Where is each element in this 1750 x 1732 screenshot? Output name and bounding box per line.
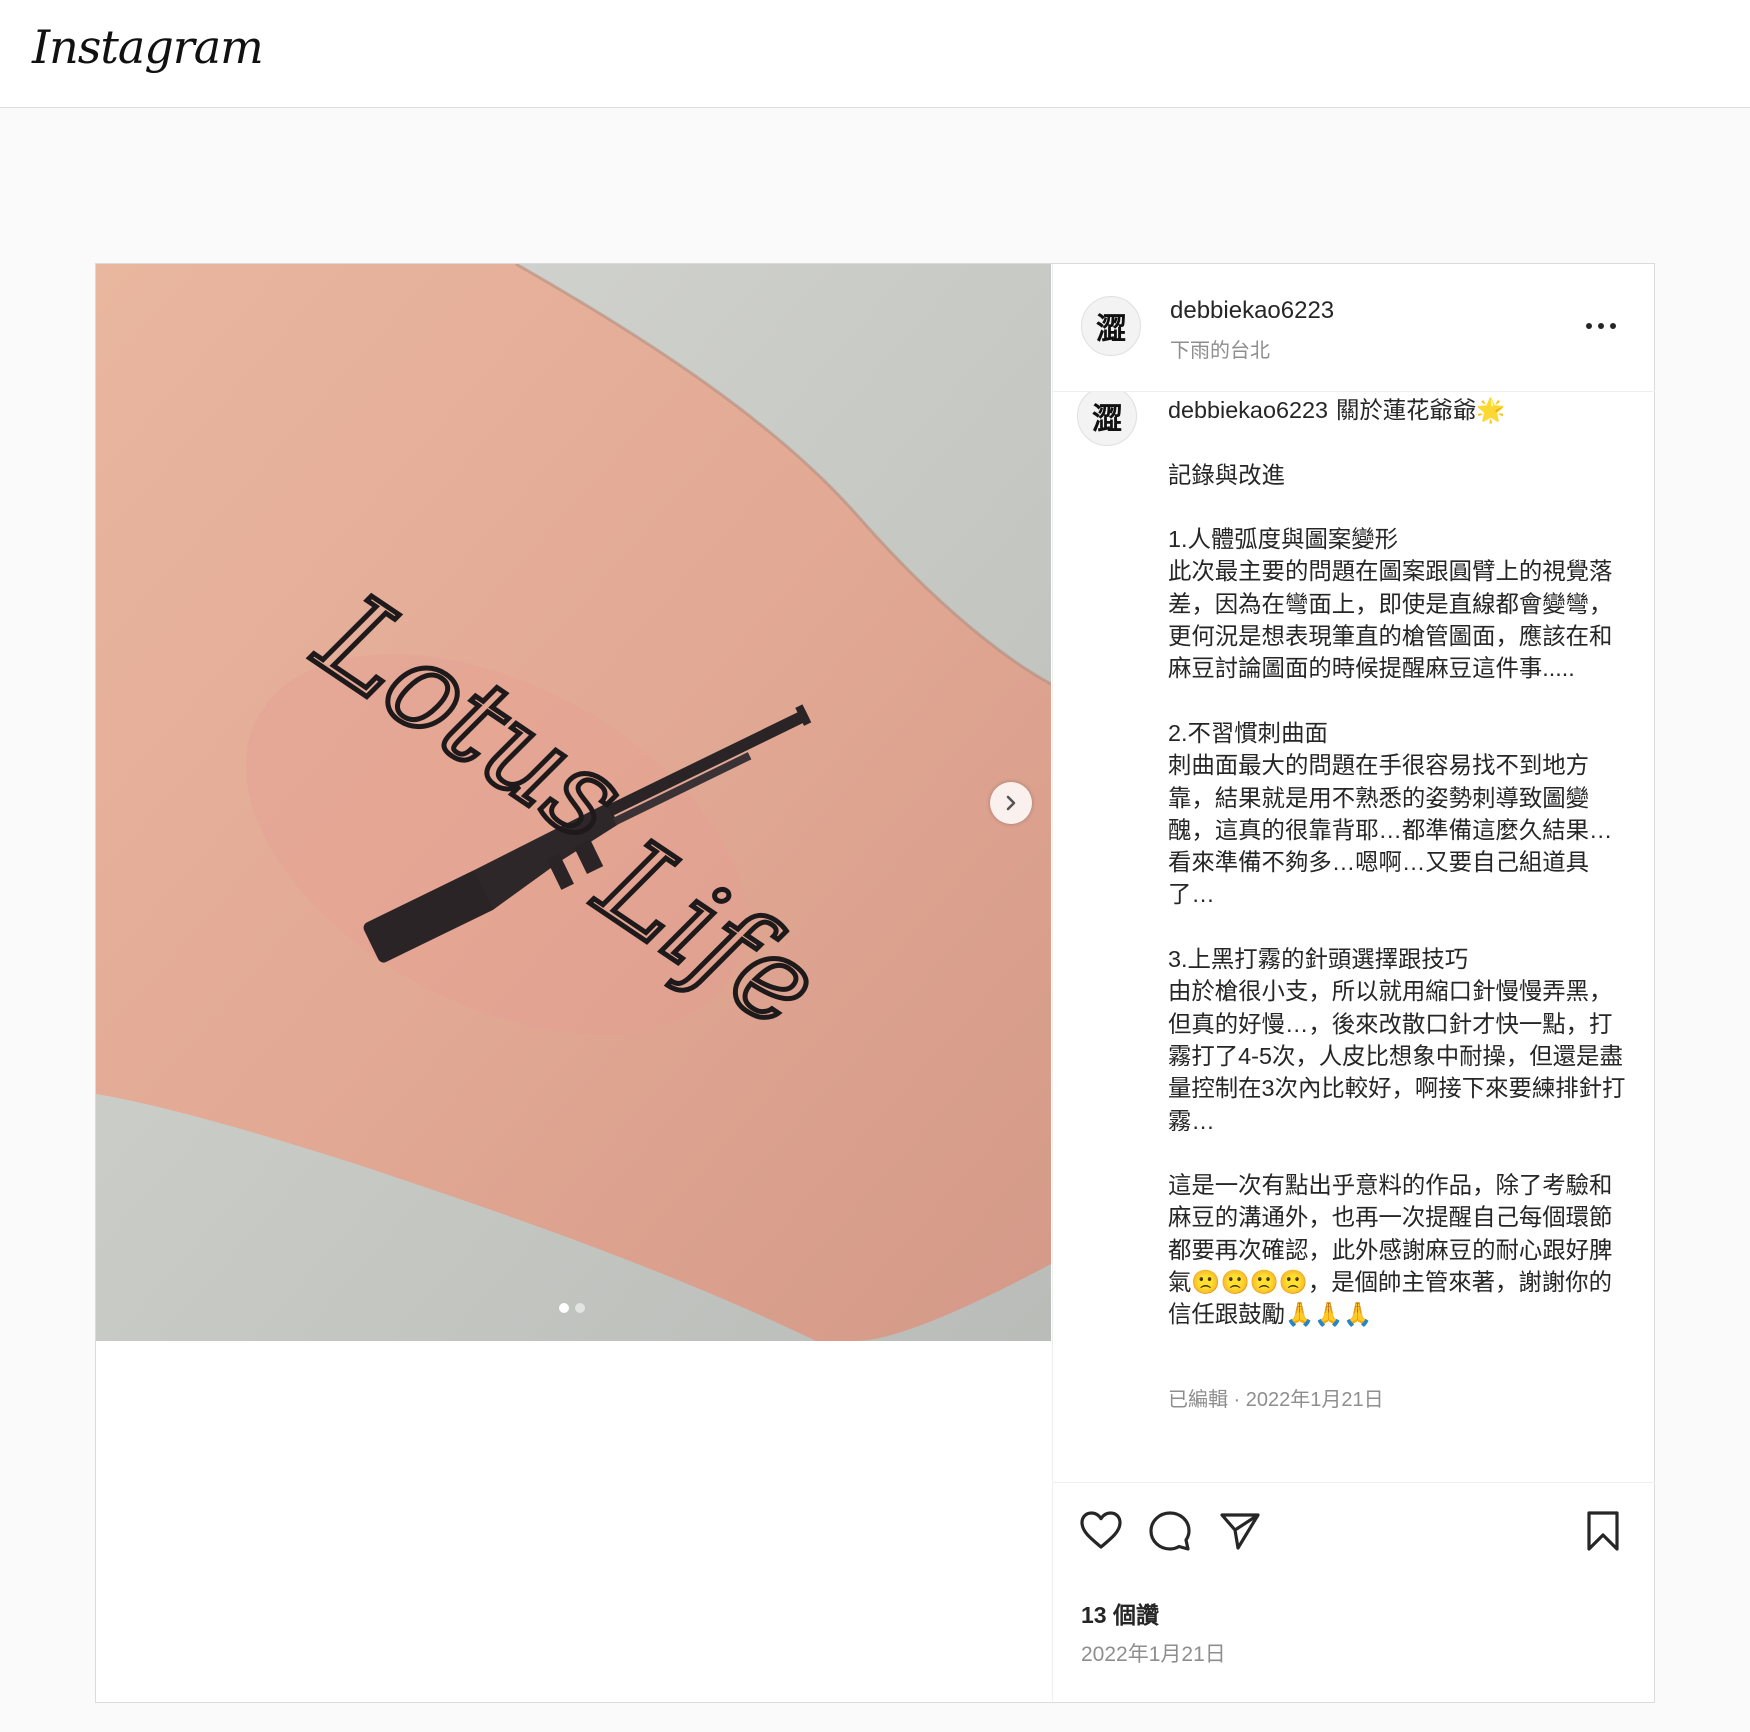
more-icon — [1586, 323, 1616, 329]
header-location[interactable]: 下雨的台北 — [1170, 334, 1270, 363]
caption-meta: 已編輯 · 2022年1月21日 — [1168, 1389, 1384, 1411]
tattoo-photo: Lotus Life — [96, 264, 1051, 1341]
heart-icon — [1080, 1511, 1122, 1549]
comment-icon — [1149, 1511, 1191, 1551]
caption-area: 澀 debbiekao6223 關於蓮花爺爺🌟 記錄與改進 1.人體弧度與圖案變形… — [1053, 392, 1655, 1445]
chevron-right-icon — [1006, 795, 1016, 811]
caption-username[interactable]: debbiekao6223 — [1168, 397, 1328, 423]
carousel-next-button[interactable] — [990, 782, 1032, 824]
avatar[interactable]: 澀 — [1081, 296, 1141, 356]
carousel-indicator — [559, 1303, 585, 1313]
instagram-logo[interactable]: Instagram — [32, 20, 264, 74]
share-icon — [1220, 1513, 1260, 1550]
post-media[interactable]: Lotus Life — [96, 264, 1051, 1341]
header-username[interactable]: debbiekao6223 — [1170, 297, 1334, 325]
caption-text: 關於蓮花爺爺🌟 記錄與改進 1.人體弧度與圖案變形 此次最主要的問題在圖案跟圓臂… — [1168, 397, 1626, 1328]
action-bar: 13 個讚 2022年1月21日 — [1053, 1482, 1655, 1732]
bookmark-icon — [1587, 1511, 1619, 1551]
share-button[interactable] — [1219, 1511, 1261, 1556]
post-container: Lotus Life 澀 debbiekao6223 下雨的台北 澀 debbi… — [95, 263, 1655, 1704]
caption-body: debbiekao6223 關於蓮花爺爺🌟 記錄與改進 1.人體弧度與圖案變形 此… — [1168, 394, 1628, 1331]
save-button[interactable] — [1585, 1510, 1621, 1557]
post-header: 澀 debbiekao6223 下雨的台北 — [1053, 264, 1655, 392]
carousel-dot — [559, 1303, 569, 1313]
caption-avatar[interactable]: 澀 — [1077, 392, 1137, 446]
top-bar: Instagram — [0, 0, 1750, 108]
carousel-dot — [575, 1303, 585, 1313]
more-options-button[interactable] — [1585, 318, 1617, 336]
post-date[interactable]: 2022年1月21日 — [1081, 1638, 1226, 1668]
like-count[interactable]: 13 個讚 — [1081, 1596, 1159, 1630]
post-sidebar: 澀 debbiekao6223 下雨的台北 澀 debbiekao6223 關於蓮… — [1052, 264, 1655, 1704]
comment-button[interactable] — [1149, 1510, 1191, 1557]
like-button[interactable] — [1079, 1510, 1123, 1555]
